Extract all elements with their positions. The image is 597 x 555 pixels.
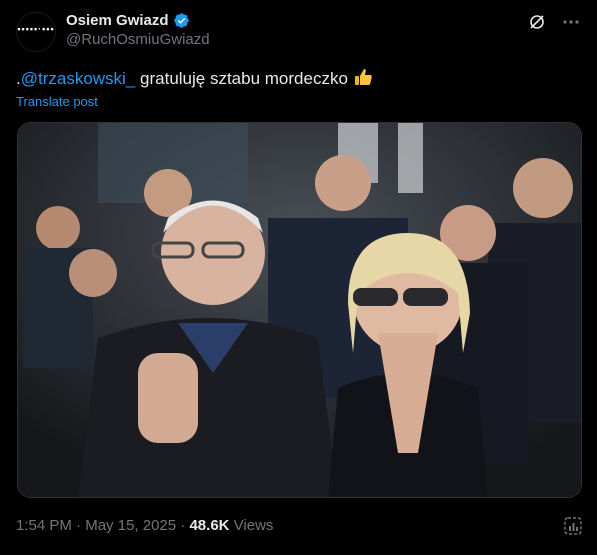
avatar[interactable]: •••••·••• bbox=[16, 12, 56, 52]
avatar-subtext bbox=[35, 34, 36, 39]
tweet-meta: 1:54 PM · May 15, 2025 · 48.6K Views bbox=[16, 517, 273, 534]
author-names: Osiem Gwiazd @RuchOsmiuGwiazd bbox=[66, 12, 210, 48]
top-actions bbox=[527, 12, 581, 32]
tweet-body: gratuluję sztabu mordeczko bbox=[135, 69, 348, 88]
author-handle[interactable]: @RuchOsmiuGwiazd bbox=[66, 31, 210, 48]
views-label: Views bbox=[229, 517, 274, 534]
eight-stars-logo-icon: •••••·••• bbox=[17, 24, 55, 34]
tweet-text: .@trzaskowski_ gratuluję sztabu mordeczk… bbox=[16, 67, 373, 90]
mention-link[interactable]: @trzaskowski_ bbox=[21, 69, 136, 88]
meta-separator-2: · bbox=[176, 517, 190, 534]
author-display-name[interactable]: Osiem Gwiazd bbox=[66, 12, 169, 29]
tweet-date[interactable]: May 15, 2025 bbox=[85, 517, 176, 534]
more-options-icon[interactable] bbox=[561, 12, 581, 32]
meta-separator: · bbox=[71, 517, 86, 534]
verified-badge-icon bbox=[173, 13, 189, 28]
thumbs-up-icon bbox=[354, 69, 372, 85]
views-count: 48.6K bbox=[189, 517, 230, 534]
analytics-icon[interactable] bbox=[563, 516, 583, 536]
tweet-photo[interactable] bbox=[17, 122, 582, 498]
translate-post-link[interactable]: Translate post bbox=[16, 94, 98, 109]
crowd-photo-icon bbox=[18, 123, 581, 497]
grok-icon[interactable] bbox=[527, 12, 547, 32]
author-display-name-row[interactable]: Osiem Gwiazd bbox=[66, 12, 210, 29]
tweet-header: •••••·••• Osiem Gwiazd @RuchOsmiuGwiazd bbox=[16, 10, 581, 54]
tweet-time[interactable]: 1:54 PM bbox=[16, 517, 72, 534]
